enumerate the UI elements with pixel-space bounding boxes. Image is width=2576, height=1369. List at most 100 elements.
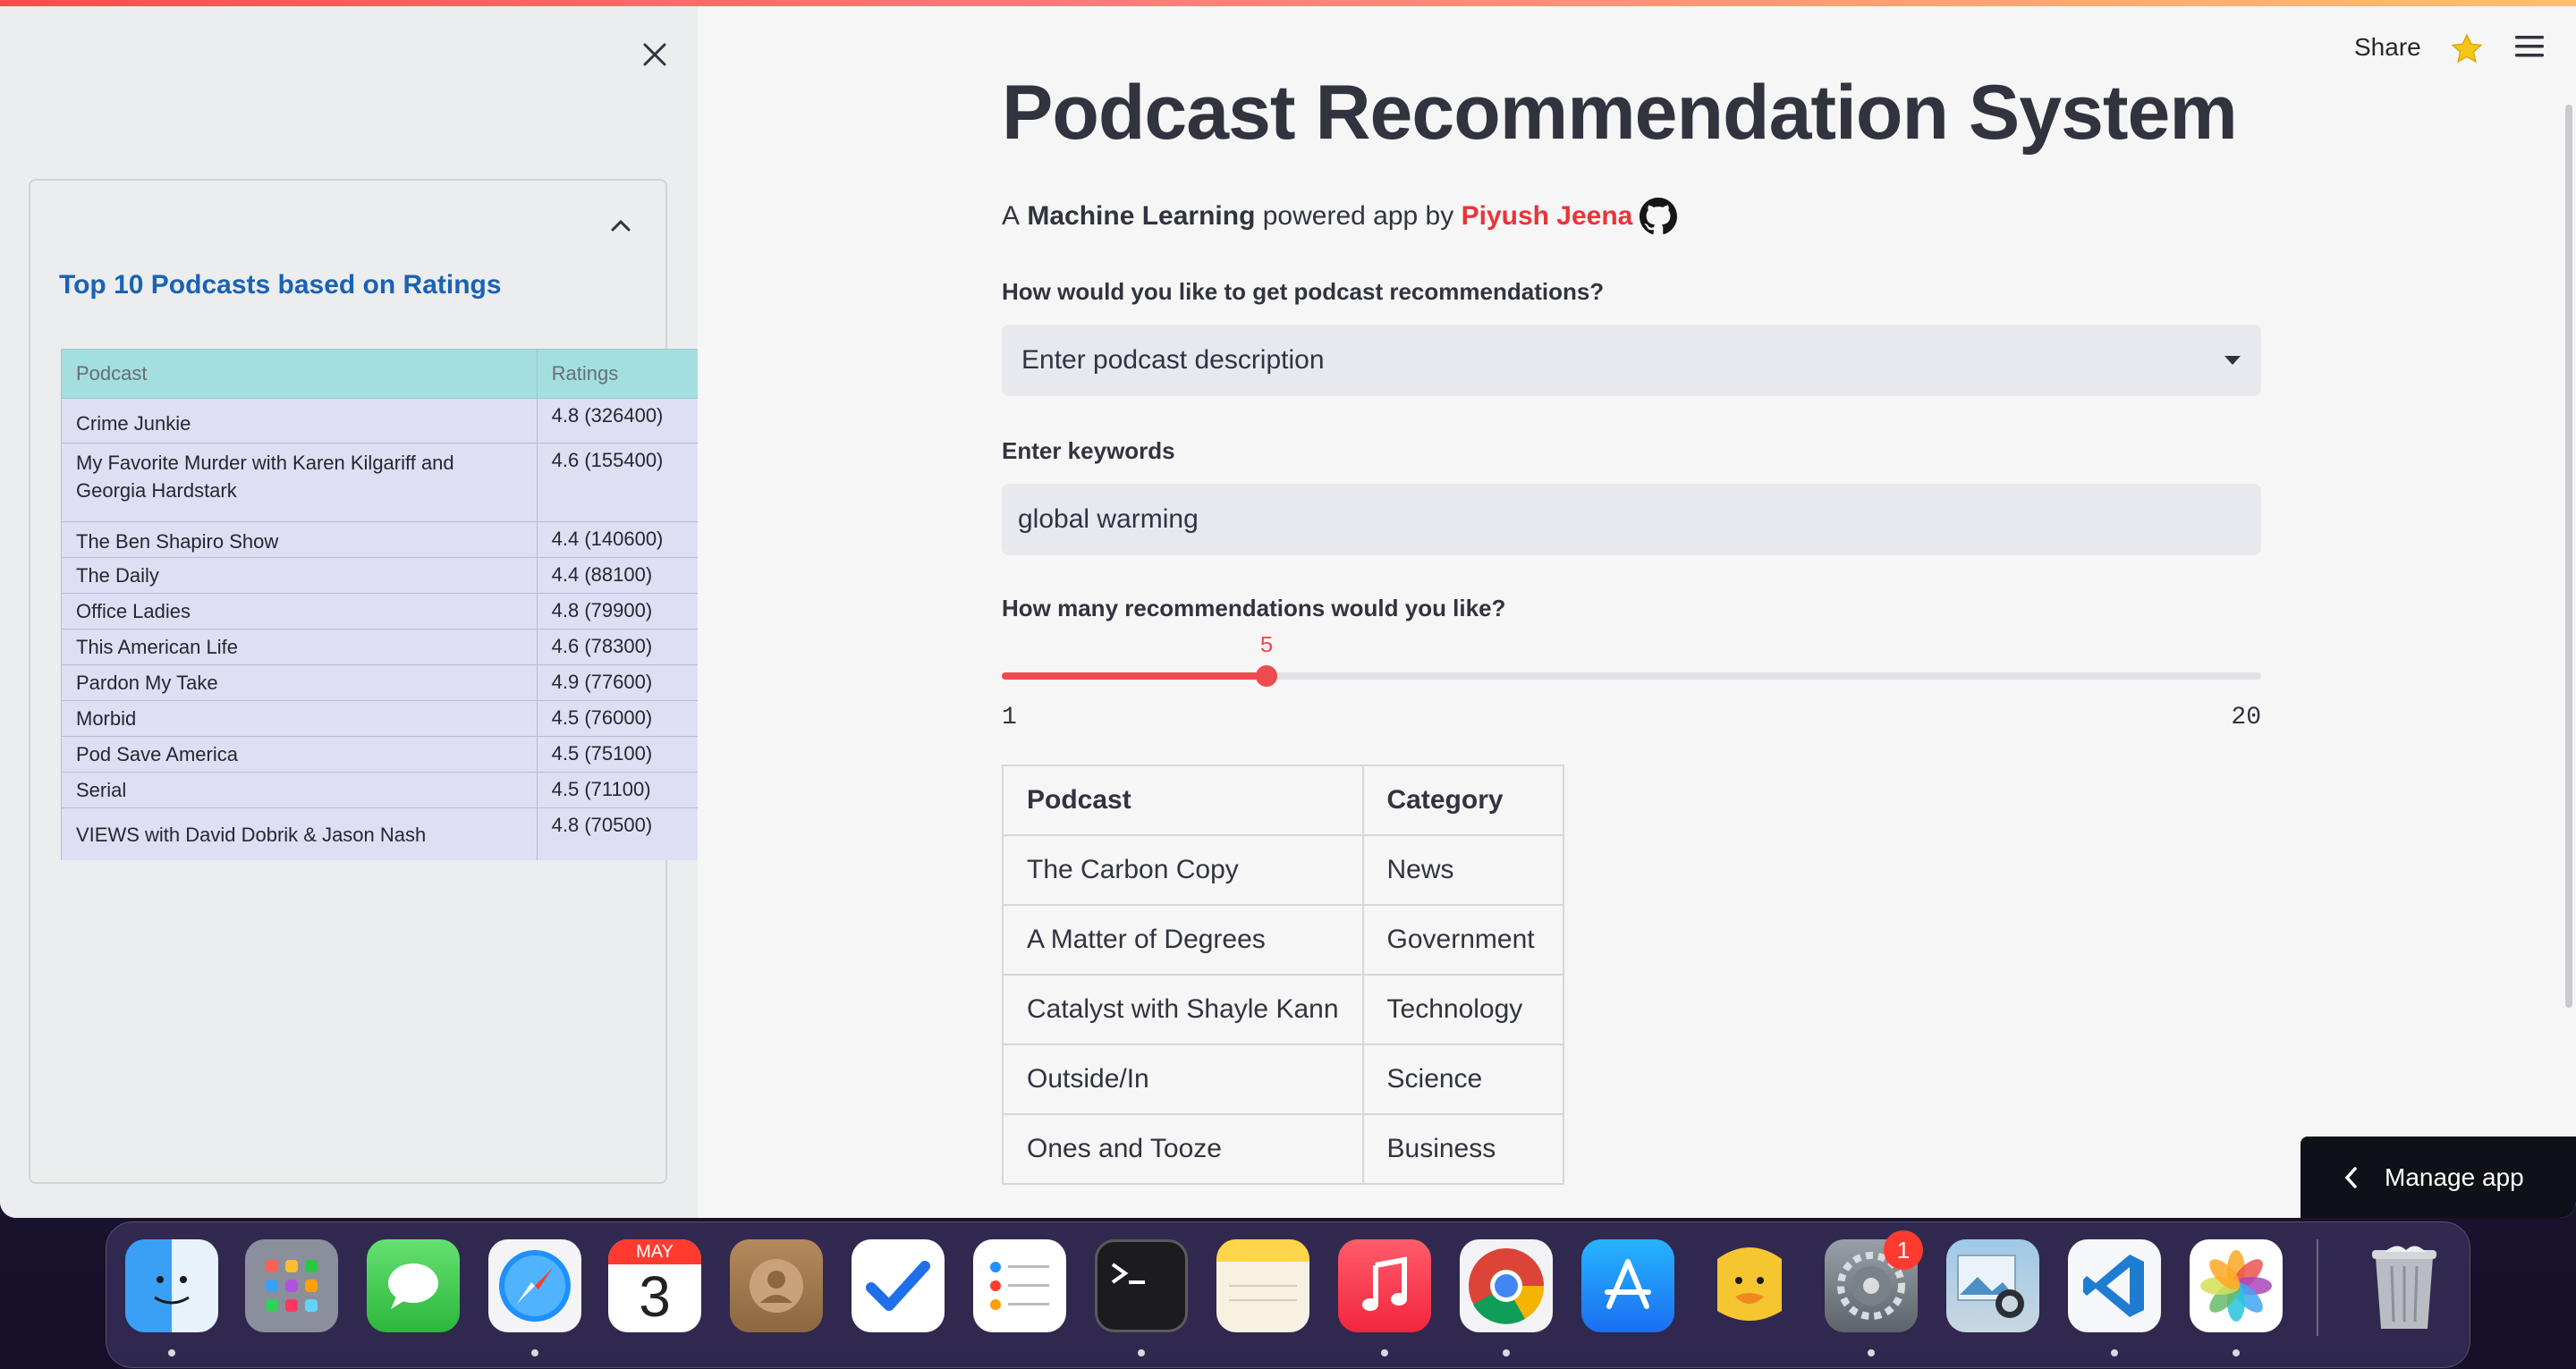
podcast-cell: Serial	[61, 772, 538, 808]
keywords-input[interactable]	[1002, 484, 2261, 555]
table-row: The Ben Shapiro Show 4.4 (140600)	[61, 521, 698, 558]
table-row: Pod Save America 4.5 (75100)	[61, 736, 698, 773]
manage-app-button[interactable]: Manage app	[2301, 1137, 2576, 1218]
duck-icon	[1717, 1247, 1782, 1321]
byline-middle: powered app by	[1262, 201, 1454, 231]
app-store-icon[interactable]	[1581, 1239, 1674, 1332]
column-header-podcast[interactable]: Podcast	[61, 349, 538, 399]
caret-down-icon	[2224, 356, 2241, 365]
slider-fill	[1002, 672, 1267, 680]
top-decoration-bar	[0, 0, 2576, 6]
finder-icon[interactable]	[125, 1239, 218, 1332]
contacts-icon[interactable]	[730, 1239, 823, 1332]
table-row: Crime Junkie 4.8 (326400)	[61, 398, 698, 444]
ratings-cell: 4.9 (77600)	[536, 664, 698, 701]
podcast-cell: Pardon My Take	[61, 664, 538, 701]
app-store-a-icon	[1605, 1259, 1651, 1309]
slider-thumb[interactable]	[1256, 665, 1277, 687]
category-cell: News	[1361, 834, 1564, 906]
notepad-lines-icon	[1229, 1285, 1297, 1301]
photos-icon[interactable]	[2190, 1239, 2283, 1332]
messages-icon[interactable]	[367, 1239, 460, 1332]
table-row: Morbid 4.5 (76000)	[61, 700, 698, 737]
category-cell: Business	[1361, 1113, 1564, 1185]
list-icon	[990, 1262, 1049, 1310]
table-row: VIEWS with David Dobrik & Jason Nash 4.8…	[61, 807, 698, 860]
method-selected-value: Enter podcast description	[1021, 345, 1325, 375]
scrollbar[interactable]	[2565, 105, 2572, 1008]
safari-icon[interactable]	[488, 1239, 581, 1332]
terminal-icon[interactable]	[1095, 1239, 1188, 1332]
table-row: Office Ladies 4.8 (79900)	[61, 593, 698, 630]
running-indicator	[2233, 1349, 2240, 1356]
podcast-cell: Office Ladies	[61, 593, 538, 630]
chrome-icon[interactable]	[1460, 1239, 1553, 1332]
tasks-icon[interactable]	[852, 1239, 945, 1332]
favorite-button[interactable]	[2449, 31, 2485, 67]
main-content: Share Podcast Recommendation System A Ma…	[698, 6, 2576, 1218]
column-header-ratings[interactable]: Ratings	[536, 349, 698, 399]
preview-icon[interactable]	[1946, 1239, 2039, 1332]
podcast-cell: Catalyst with Shayle Kann	[1002, 974, 1364, 1045]
podcast-cell: Outside/In	[1002, 1044, 1364, 1115]
trash-can-icon	[2372, 1246, 2436, 1329]
category-cell: Science	[1361, 1044, 1564, 1115]
ratings-cell: 4.5 (71100)	[536, 772, 698, 808]
close-icon	[643, 43, 666, 66]
podcast-cell: This American Life	[61, 629, 538, 665]
share-button[interactable]: Share	[2354, 33, 2421, 62]
manage-app-label: Manage app	[2385, 1162, 2524, 1191]
speech-bubble-icon	[388, 1263, 438, 1309]
cyberduck-icon[interactable]	[1703, 1239, 1796, 1332]
calendar-icon[interactable]: MAY 3	[608, 1239, 701, 1332]
byline-prefix: A	[1002, 201, 1021, 231]
podcast-cell: Morbid	[61, 700, 538, 737]
star-icon	[2451, 33, 2483, 63]
github-link[interactable]	[1640, 198, 1678, 235]
podcast-cell: Crime Junkie	[61, 398, 538, 444]
dock-separator	[2317, 1239, 2318, 1336]
close-sidebar-button[interactable]	[637, 37, 673, 72]
podcast-cell: VIEWS with David Dobrik & Jason Nash	[61, 807, 538, 860]
table-row: Catalyst with Shayle Kann Technology	[1002, 974, 1564, 1045]
table-row: Outside/In Science	[1002, 1044, 1564, 1115]
ratings-cell: 4.8 (326400)	[536, 398, 698, 444]
notes-icon[interactable]	[1216, 1239, 1309, 1332]
prompt-icon	[1111, 1263, 1145, 1284]
github-icon	[1640, 198, 1678, 234]
byline-highlight: Machine Learning	[1027, 201, 1256, 231]
person-icon	[750, 1259, 803, 1313]
ratings-cell: 4.6 (78300)	[536, 629, 698, 665]
running-indicator	[1138, 1349, 1145, 1356]
trash-icon[interactable]	[2358, 1239, 2451, 1332]
vscode-icon[interactable]	[2068, 1239, 2161, 1332]
table-row: This American Life 4.6 (78300)	[61, 629, 698, 665]
notification-badge: 1	[1884, 1230, 1923, 1270]
author-link[interactable]: Piyush Jeena	[1462, 201, 1633, 232]
running-indicator	[1381, 1349, 1388, 1356]
podcast-cell: The Ben Shapiro Show	[61, 521, 538, 558]
table-row: Serial 4.5 (71100)	[61, 772, 698, 808]
keywords-label: Enter keywords	[1002, 437, 1175, 464]
main-menu-button[interactable]	[2513, 33, 2549, 65]
music-note-icon	[1362, 1256, 1407, 1311]
podcast-cell: My Favorite Murder with Karen Kilgariff …	[61, 443, 538, 522]
slider-value: 5	[1259, 632, 1274, 659]
method-select[interactable]: Enter podcast description	[1002, 325, 2261, 396]
running-indicator	[2111, 1349, 2118, 1356]
running-indicator	[168, 1349, 175, 1356]
category-cell: Technology	[1361, 974, 1564, 1045]
launchpad-icon[interactable]	[245, 1239, 338, 1332]
method-label: How would you like to get podcast recomm…	[1002, 278, 1605, 305]
column-header-podcast: Podcast	[1002, 765, 1364, 836]
music-icon[interactable]	[1338, 1239, 1431, 1332]
reminders-icon[interactable]	[973, 1239, 1066, 1332]
page-title: Podcast Recommendation System	[1002, 70, 2238, 156]
chevron-up-icon	[611, 219, 631, 232]
recommendations-table: Podcast Category The Carbon Copy News A …	[1002, 765, 1564, 1185]
table-row: Ones and Tooze Business	[1002, 1113, 1564, 1185]
compass-icon	[499, 1250, 571, 1322]
podcast-cell: The Carbon Copy	[1002, 834, 1364, 906]
finder-face-icon	[154, 1276, 190, 1305]
collapse-expander-button[interactable]	[603, 207, 639, 243]
